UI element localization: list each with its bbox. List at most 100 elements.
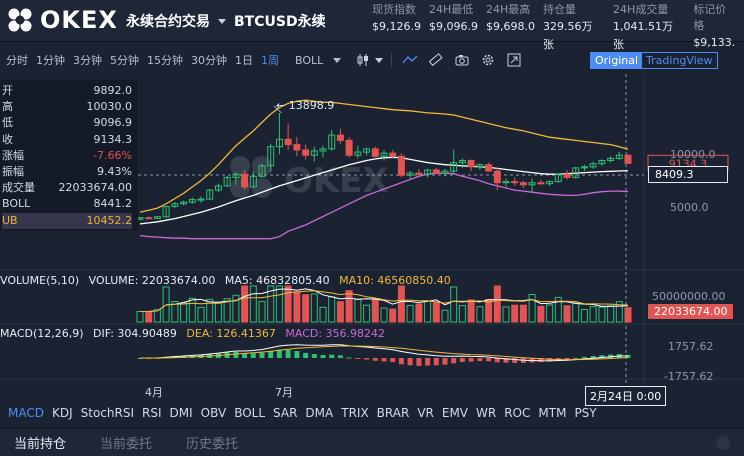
timeframe-2[interactable]: 3分钟 bbox=[73, 52, 102, 68]
indicator-tab-emv[interactable]: EMV bbox=[442, 406, 468, 420]
macd-histogram-bar bbox=[364, 358, 370, 360]
macd-histogram-bar bbox=[329, 354, 335, 358]
indicator-tab-boll[interactable]: BOLL bbox=[234, 406, 265, 420]
ohlc-value: -7.66% bbox=[93, 148, 132, 162]
volume-bar bbox=[415, 303, 423, 323]
volume-bar bbox=[485, 299, 493, 323]
indicator-tab-dmi[interactable]: DMI bbox=[170, 406, 193, 420]
volume-indicator-name: VOLUME(5,10) bbox=[0, 274, 80, 287]
candle-body bbox=[284, 138, 292, 146]
macd-histogram-bar bbox=[337, 355, 343, 358]
indicator-tab-sar[interactable]: SAR bbox=[273, 406, 297, 420]
candle-body bbox=[345, 139, 353, 156]
indicator-tab-wr[interactable]: WR bbox=[476, 406, 496, 420]
fullscreen-icon[interactable] bbox=[506, 52, 522, 68]
chevron-down-icon bbox=[333, 57, 342, 63]
macd-value: MACD: 356.98242 bbox=[285, 327, 386, 340]
indicator-tab-stochrsi[interactable]: StochRSI bbox=[81, 406, 134, 420]
indicator-tab-rsi[interactable]: RSI bbox=[142, 406, 162, 420]
candle-body bbox=[485, 164, 493, 172]
timeframe-7[interactable]: 1周 bbox=[261, 52, 279, 68]
watermark-dot bbox=[230, 156, 250, 176]
candle-body bbox=[302, 149, 310, 156]
gear-icon[interactable] bbox=[480, 52, 496, 68]
ohlc-value: 9096.9 bbox=[93, 116, 133, 130]
macd-dif: DIF: 304.90489 bbox=[93, 327, 177, 340]
line-drawing-icon[interactable] bbox=[402, 52, 418, 68]
ruler-icon[interactable] bbox=[428, 52, 444, 68]
brand-name: OKEX bbox=[40, 6, 118, 34]
indicator-tab-dma[interactable]: DMA bbox=[305, 406, 333, 420]
ohlc-row: 开 9892.0 bbox=[2, 83, 132, 99]
timeframe-5[interactable]: 30分钟 bbox=[191, 52, 227, 68]
candle-body bbox=[511, 181, 519, 184]
ohlc-label: 成交量 bbox=[2, 181, 35, 195]
indicator-tab-obv[interactable]: OBV bbox=[201, 406, 227, 420]
candle-body bbox=[241, 173, 249, 188]
header-bar: OKEX 永续合约交易 BTCUSD永续 现货指数 $9,126.9 24H最低 $9… bbox=[0, 0, 744, 51]
bottom-tab-2[interactable]: 历史委托 bbox=[186, 433, 238, 452]
volume-bar bbox=[145, 311, 153, 323]
timeframe-6[interactable]: 1日 bbox=[235, 52, 253, 68]
indicator-select-label: BOLL bbox=[295, 53, 324, 67]
indicator-tab-kdj[interactable]: KDJ bbox=[52, 406, 73, 420]
timeframe-1[interactable]: 1分钟 bbox=[36, 52, 65, 68]
camera-icon[interactable] bbox=[454, 52, 470, 68]
ohlc-label: 收 bbox=[2, 132, 13, 146]
candle-body bbox=[397, 155, 405, 176]
indicator-tab-brar[interactable]: BRAR bbox=[377, 406, 410, 420]
indicator-select[interactable]: BOLL bbox=[295, 54, 345, 67]
macd-histogram-bar bbox=[581, 356, 587, 358]
view-btn-tradingview[interactable]: TradingView bbox=[642, 53, 716, 68]
stat-item: 持仓量 329.56万 张 bbox=[543, 2, 613, 54]
candlestick-icon[interactable] bbox=[355, 52, 371, 68]
timeframe-0[interactable]: 分时 bbox=[6, 52, 28, 68]
macd-histogram-bar bbox=[390, 358, 396, 363]
candle-body bbox=[563, 173, 571, 178]
ohlc-label: 高 bbox=[2, 100, 13, 114]
indicator-tab-psy[interactable]: PSY bbox=[574, 406, 596, 420]
ohlc-value: 10452.2 bbox=[86, 213, 133, 227]
candle-body bbox=[293, 144, 301, 151]
position-tabs: 当前持仓 当前委托 历史委托 bbox=[0, 428, 744, 456]
bottom-tab-0[interactable]: 当前持仓 bbox=[14, 433, 66, 452]
volume-bar bbox=[432, 302, 440, 323]
indicator-tab-roc[interactable]: ROC bbox=[504, 406, 530, 420]
volume-bar bbox=[293, 291, 301, 323]
stat-item: 24H最低 $9,096.9 bbox=[429, 2, 486, 54]
stat-label: 24H成交量 bbox=[613, 3, 669, 16]
toolbar-divider bbox=[391, 53, 393, 67]
indicator-tab-mtm[interactable]: MTM bbox=[538, 406, 566, 420]
ohlc-value: 9.43% bbox=[97, 165, 132, 179]
chevron-down-icon[interactable] bbox=[375, 57, 384, 63]
macd-histogram-bar bbox=[407, 358, 413, 366]
contract-selector[interactable]: 永续合约交易 BTCUSD永续 bbox=[126, 11, 326, 31]
indicator-tab-trix[interactable]: TRIX bbox=[341, 406, 368, 420]
scroll-handle[interactable] bbox=[716, 436, 730, 450]
stat-item: 24H成交量 1,041.51万 张 bbox=[613, 2, 693, 54]
ohlc-label: UB bbox=[2, 213, 18, 227]
arrow-left-icon: ← bbox=[276, 99, 286, 112]
okex-logo[interactable]: OKEX bbox=[6, 5, 118, 35]
indicator-tab-vr[interactable]: VR bbox=[417, 406, 434, 420]
ohlc-row: 振幅 9.43% bbox=[2, 164, 132, 180]
view-btn-original[interactable]: Original bbox=[591, 53, 643, 68]
macd-histogram-bar bbox=[442, 358, 448, 365]
volume-indicator-legend: VOLUME(5,10) VOLUME: 22033674.00 MA5: 46… bbox=[0, 274, 457, 287]
stat-value: $9,126.9 bbox=[372, 20, 421, 33]
volume-bar bbox=[345, 290, 353, 323]
timeframe-4[interactable]: 15分钟 bbox=[147, 52, 183, 68]
indicator-tab-macd[interactable]: MACD bbox=[8, 406, 44, 420]
volume-bar bbox=[519, 304, 527, 323]
x-tick-label: 4月 bbox=[145, 386, 163, 399]
candle-body bbox=[389, 152, 397, 157]
candle-body bbox=[336, 134, 344, 141]
timeframe-3[interactable]: 5分钟 bbox=[110, 52, 139, 68]
macd-histogram-bar bbox=[259, 352, 265, 358]
bottom-tab-1[interactable]: 当前委托 bbox=[100, 433, 152, 452]
macd-histogram-bar bbox=[416, 358, 422, 366]
macd-histogram-bar bbox=[433, 358, 439, 366]
market-stats: 现货指数 $9,126.9 24H最低 $9,096.9 24H最高 $9,698.0 持仓… bbox=[372, 2, 744, 54]
volume-bar bbox=[563, 305, 571, 323]
stat-label: 24H最低 bbox=[428, 3, 474, 16]
